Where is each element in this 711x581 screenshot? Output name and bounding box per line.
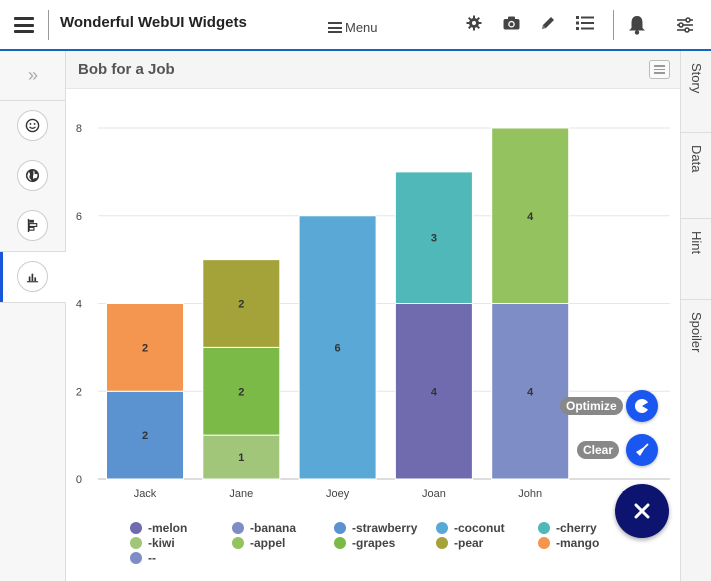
legend-swatch [130,522,142,534]
bar-data-label: 1 [238,452,244,464]
y-tick-label: 6 [76,211,82,223]
sliders-icon[interactable] [674,14,696,36]
legend-item[interactable]: -melon [130,521,187,535]
menu-label: Menu [345,20,378,35]
legend-item[interactable]: -strawberry [334,521,417,535]
tab-spoiler[interactable]: Spoiler [681,300,711,390]
bar-data-label: 2 [238,299,244,311]
tab-hint[interactable]: Hint [681,219,711,300]
camera-icon[interactable] [500,12,522,34]
legend-swatch [232,537,244,549]
legend-label: -mango [556,536,600,550]
y-tick-label: 2 [76,386,82,398]
legend-item[interactable]: -grapes [334,536,395,550]
rail-separator [0,302,66,303]
legend-swatch [436,537,448,549]
legend-item[interactable]: -banana [232,521,296,535]
x-tick-label: John [518,488,542,500]
bar-data-label: 2 [142,342,148,354]
optimize-label: Optimize [560,397,623,415]
header-divider-right [613,10,614,40]
tab-spoiler-label: Spoiler [689,312,704,353]
panel-title: Bob for a Job [78,61,175,78]
menu-icon [328,22,342,33]
legend-label: -coconut [454,521,505,535]
legend-swatch [130,537,142,549]
tab-data[interactable]: Data [681,133,711,219]
x-tick-label: Joan [422,488,446,500]
panel-menu-icon[interactable] [649,60,670,79]
right-tabs: Story Data Hint Spoiler [680,51,711,581]
bar-data-label: 2 [238,386,244,398]
bar-chart-icon[interactable] [17,261,48,292]
legend-item[interactable]: -cherry [538,521,597,535]
clear-label: Clear [577,441,620,459]
smiley-icon[interactable] [17,110,48,141]
y-tick-label: 8 [76,123,82,135]
legend-item[interactable]: -appel [232,536,285,550]
legend-label: -cherry [556,521,597,535]
bell-icon[interactable] [626,14,648,36]
bar-data-label: 6 [335,342,341,354]
bar-data-label: 3 [431,233,437,245]
bar-data-label: 4 [527,386,534,398]
x-tick-label: Jane [229,488,253,500]
legend-item[interactable]: -kiwi [130,536,175,550]
pacman-icon [634,399,648,413]
legend-swatch [334,522,346,534]
legend-item[interactable]: -coconut [436,521,505,535]
pencil-icon[interactable] [537,12,559,34]
left-rail: » [0,51,66,581]
y-tick-label: 0 [76,474,82,486]
legend-label: -appel [250,536,286,550]
x-tick-label: Joey [326,488,350,500]
header-divider [48,10,49,40]
legend-label: -grapes [352,536,396,550]
menu-button[interactable]: Menu [328,20,378,35]
bar-data-label: 2 [142,430,148,442]
y-tick-label: 4 [76,299,82,311]
legend-label: -- [148,551,156,565]
legend-item[interactable]: -mango [538,536,599,550]
close-icon [634,503,650,519]
chart-area: 0246822Jack122Jane6Joey43Joan44Johnm [66,90,680,581]
legend-swatch [436,522,448,534]
legend-item[interactable]: -- [130,551,156,565]
flag-icon[interactable] [17,210,48,241]
top-header: Wonderful WebUI Widgets Menu [0,0,711,51]
legend-swatch [538,537,550,549]
close-fab-button[interactable] [615,484,669,538]
globe-icon[interactable] [17,160,48,191]
expand-rail-button[interactable]: » [0,51,66,101]
panel-header: Bob for a Job [66,51,680,89]
tab-story-label: Story [689,63,704,94]
hamburger-menu-icon[interactable] [14,17,34,33]
legend-item[interactable]: -pear [436,536,483,550]
legend-label: -melon [148,521,188,535]
bar-data-label: 4 [527,211,534,223]
legend-label: -kiwi [148,536,175,550]
optimize-button[interactable] [626,390,658,422]
legend-swatch [232,522,244,534]
app-title: Wonderful WebUI Widgets [60,14,247,31]
legend-swatch [538,522,550,534]
list-icon[interactable] [574,12,596,34]
tab-data-label: Data [689,145,704,173]
legend-label: -pear [454,536,484,550]
x-tick-label: Jack [134,488,157,500]
clear-button[interactable] [626,434,658,466]
legend-swatch [130,552,142,564]
legend-swatch [334,537,346,549]
tab-story[interactable]: Story [681,51,711,133]
app-window: Wonderful WebUI Widgets Menu » Bob for a… [0,0,711,581]
gear-icon[interactable] [463,12,485,34]
legend-label: -banana [250,521,297,535]
legend-label: -strawberry [352,521,418,535]
bar-data-label: 4 [431,386,438,398]
tab-hint-label: Hint [689,231,704,255]
broom-icon [636,443,649,456]
